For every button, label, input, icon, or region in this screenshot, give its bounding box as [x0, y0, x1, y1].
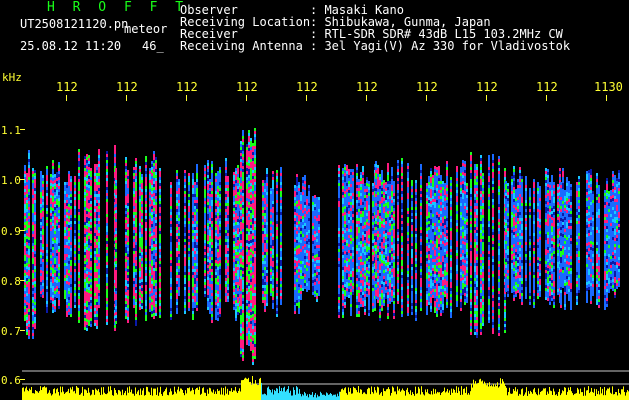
x-tick-mark — [306, 95, 307, 101]
y-tick-label: 0.6 — [1, 374, 21, 387]
meteor-echo-bands — [24, 128, 620, 365]
program-title: H R O F F T — [47, 0, 189, 15]
x-tick-label: 112 — [416, 80, 438, 94]
x-tick-mark — [246, 95, 247, 101]
x-tick-mark — [366, 95, 367, 101]
x-tick-label: 112 — [176, 80, 198, 94]
x-tick-label: 112 — [476, 80, 498, 94]
x-tick-mark — [66, 95, 67, 101]
x-tick-mark — [126, 95, 127, 101]
x-tick-mark — [546, 95, 547, 101]
y-axis-unit: kHz — [2, 71, 22, 84]
x-tick-mark — [426, 95, 427, 101]
x-tick-label: 112 — [536, 80, 558, 94]
y-tick-label: 0.8 — [1, 275, 21, 288]
x-tick-label: 112 — [56, 80, 78, 94]
spectrogram-plot — [20, 95, 629, 400]
date-time: 25.08.12 11:20 — [20, 39, 122, 53]
echo-count: 46_ — [142, 39, 164, 53]
y-tick-label: 1.1 — [1, 124, 21, 137]
file-name: UT2508121120.pn — [20, 17, 129, 31]
signal-level-trace — [22, 376, 629, 400]
x-tick-label: 112 — [356, 80, 378, 94]
x-tick-label: 1130 — [594, 80, 623, 94]
x-tick-label: 112 — [116, 80, 138, 94]
antenna-value: : 3el Yagi(V) Az 330 for Vladivostok — [310, 39, 571, 53]
x-axis-tick-marks — [66, 95, 607, 101]
x-tick-mark — [606, 95, 607, 101]
x-tick-mark — [486, 95, 487, 101]
antenna-label: Receiving Antenna — [180, 39, 303, 53]
y-tick-label: 1.0 — [1, 174, 21, 187]
meteor-label: meteor — [124, 22, 168, 36]
x-tick-label: 112 — [236, 80, 258, 94]
y-tick-label: 0.7 — [1, 325, 21, 338]
x-tick-label: 112 — [296, 80, 318, 94]
y-tick-label: 0.9 — [1, 225, 21, 238]
x-tick-mark — [186, 95, 187, 101]
